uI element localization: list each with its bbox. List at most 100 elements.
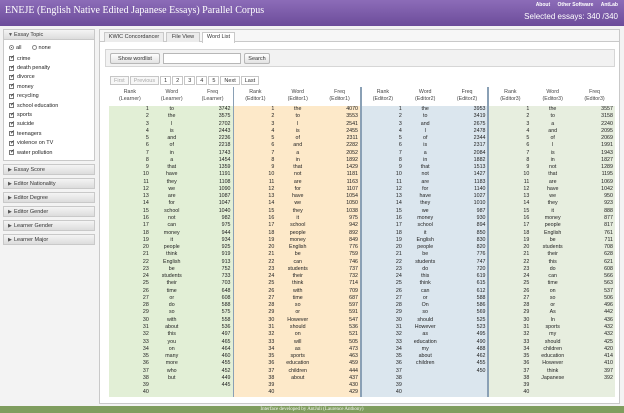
table-cell-word: we	[549, 193, 557, 200]
topic-checkbox[interactable]	[9, 120, 15, 127]
topic-checkbox[interactable]	[9, 101, 15, 109]
table-cell-freq: 919	[221, 251, 231, 258]
show-wordlist-button[interactable]: Show wordlist	[110, 53, 160, 64]
page-5-button[interactable]: 5	[208, 76, 220, 85]
filter-panel-header[interactable]: ▶ Editor Degree	[3, 192, 95, 203]
table-cell-rank: 38	[523, 374, 530, 381]
all-radio[interactable]	[9, 45, 14, 50]
topic-checkbox[interactable]	[9, 73, 15, 80]
table-cell-word: students	[415, 258, 436, 265]
table-cell-rank: 7	[398, 149, 402, 156]
topic-checkbox[interactable]	[9, 111, 15, 118]
table-cell-word: should	[417, 316, 434, 323]
page-2-button[interactable]: 2	[172, 76, 184, 85]
topic-checkbox[interactable]	[9, 148, 15, 156]
filter-panel-header[interactable]: ▶ Editor Gender	[3, 206, 95, 217]
table-cell-word: education	[541, 353, 565, 360]
table-cell-word: English	[289, 244, 307, 251]
table-cell-rank: 18	[142, 229, 149, 236]
topic-item[interactable]: divorce	[9, 73, 90, 82]
topic-checkbox[interactable]	[9, 139, 15, 146]
column-header[interactable]: Word (Editor1)	[276, 87, 320, 106]
tab-file-view[interactable]: File View	[166, 32, 200, 42]
topic-checkbox[interactable]	[9, 64, 15, 71]
filter-panel-header[interactable]: ▶ Essay Score	[3, 164, 95, 175]
table-cell-rank: 29	[395, 309, 402, 316]
table-cell-freq: 506	[604, 294, 613, 301]
table-cell-word: Japanese	[541, 374, 565, 381]
table-cell-freq: 759	[349, 251, 358, 258]
essay-topic-panel-header[interactable]: ▼Essay Topic	[3, 29, 95, 40]
first-page-button[interactable]: First	[110, 76, 129, 85]
table-cell-word: not	[421, 171, 429, 178]
table-cell-freq: 703	[221, 280, 231, 287]
topic-item[interactable]: suicide	[9, 120, 90, 129]
table-cell-rank: 4	[271, 127, 275, 134]
about-link[interactable]: About	[536, 2, 550, 8]
topic-item[interactable]: death penalty	[9, 63, 90, 72]
table-cell-rank: 25	[523, 280, 530, 287]
page-4-button[interactable]: 4	[196, 76, 208, 85]
table-cell-word: my	[421, 345, 429, 352]
filter-panel-header[interactable]: ▶ Editor Nationality	[3, 178, 95, 189]
column-header[interactable]: Freq (Editor3)	[574, 87, 615, 106]
table-cell-freq: 465	[221, 338, 231, 345]
table-cell-freq: 1163	[346, 178, 358, 185]
next-page-button[interactable]: Next	[220, 76, 240, 85]
filter-panel-header[interactable]: ▶ Learner Gender	[3, 220, 95, 231]
table-cell-rank: 37	[395, 367, 402, 374]
table-cell-rank: 19	[142, 236, 149, 243]
topic-item[interactable]: water pollution	[9, 148, 90, 157]
other-software-link[interactable]: Other Software	[558, 2, 594, 8]
table-cell-freq: 392	[604, 374, 613, 381]
topic-checkbox[interactable]	[9, 82, 15, 90]
table-cell-freq: 459	[349, 360, 358, 367]
antlab-link[interactable]: AntLab	[601, 2, 618, 8]
page-3-button[interactable]: 3	[184, 76, 196, 85]
filter-panel-header[interactable]: ▶ Learner Major	[3, 234, 95, 245]
topic-item[interactable]: recycling	[9, 92, 90, 101]
column-header[interactable]: Freq (Learner)	[192, 87, 233, 106]
table-cell-word: do	[422, 265, 429, 272]
topic-checkbox[interactable]	[9, 92, 15, 99]
topic-item[interactable]: violence on TV	[9, 139, 90, 148]
table-cell-rank: 10	[395, 171, 402, 178]
column-header[interactable]: Rank (Learner)	[109, 87, 151, 106]
column-header[interactable]: Freq (Editor2)	[446, 87, 488, 106]
search-input[interactable]	[163, 53, 241, 64]
last-page-button[interactable]: Last	[240, 76, 260, 85]
column-header[interactable]: Rank (Editor1)	[234, 87, 277, 106]
topic-item[interactable]: money	[9, 82, 90, 91]
previous-page-button[interactable]: Previous	[129, 76, 160, 85]
topic-item[interactable]: school education	[9, 101, 90, 110]
tab-kwic-concordancer[interactable]: KWIC Concordancer	[104, 32, 164, 42]
table-cell-rank: 15	[268, 207, 275, 214]
table-cell-freq: 558	[221, 316, 231, 323]
topic-checkbox-group: crime death penalty divorce money recycling s…	[9, 54, 90, 157]
table-cell-rank: 21	[268, 251, 275, 258]
tab-word-list[interactable]: Word List	[202, 32, 235, 43]
table-cell-freq: 975	[221, 222, 231, 229]
topic-item[interactable]: sports	[9, 110, 90, 119]
topic-checkbox[interactable]	[9, 129, 15, 137]
search-button[interactable]: Search	[244, 53, 270, 64]
column-header[interactable]: Word (Editor2)	[403, 87, 447, 106]
table-cell-word: is	[423, 142, 428, 149]
table-cell-rank: 3	[271, 120, 275, 127]
page-1-button[interactable]: 1	[160, 76, 172, 85]
table-cell-rank: 40	[268, 389, 275, 396]
column-header[interactable]: Rank (Editor3)	[489, 87, 532, 106]
table-cell-rank: 1	[526, 106, 530, 112]
table-cell-rank: 9	[526, 164, 530, 171]
column-header[interactable]: Freq (Editor1)	[319, 87, 360, 106]
column-header[interactable]: Rank (Editor2)	[361, 87, 404, 106]
none-radio[interactable]	[31, 45, 37, 50]
table-cell-rank: 36	[268, 360, 275, 367]
column-header[interactable]: Word (Editor3)	[531, 87, 575, 106]
table-cell-freq: 496	[604, 302, 613, 309]
topic-item[interactable]: teenagers	[9, 129, 90, 138]
topic-checkbox[interactable]	[9, 54, 15, 62]
column-header[interactable]: Word (Learner)	[150, 87, 193, 106]
topic-item[interactable]: crime	[9, 54, 90, 63]
table-cell-word: are	[293, 178, 302, 185]
